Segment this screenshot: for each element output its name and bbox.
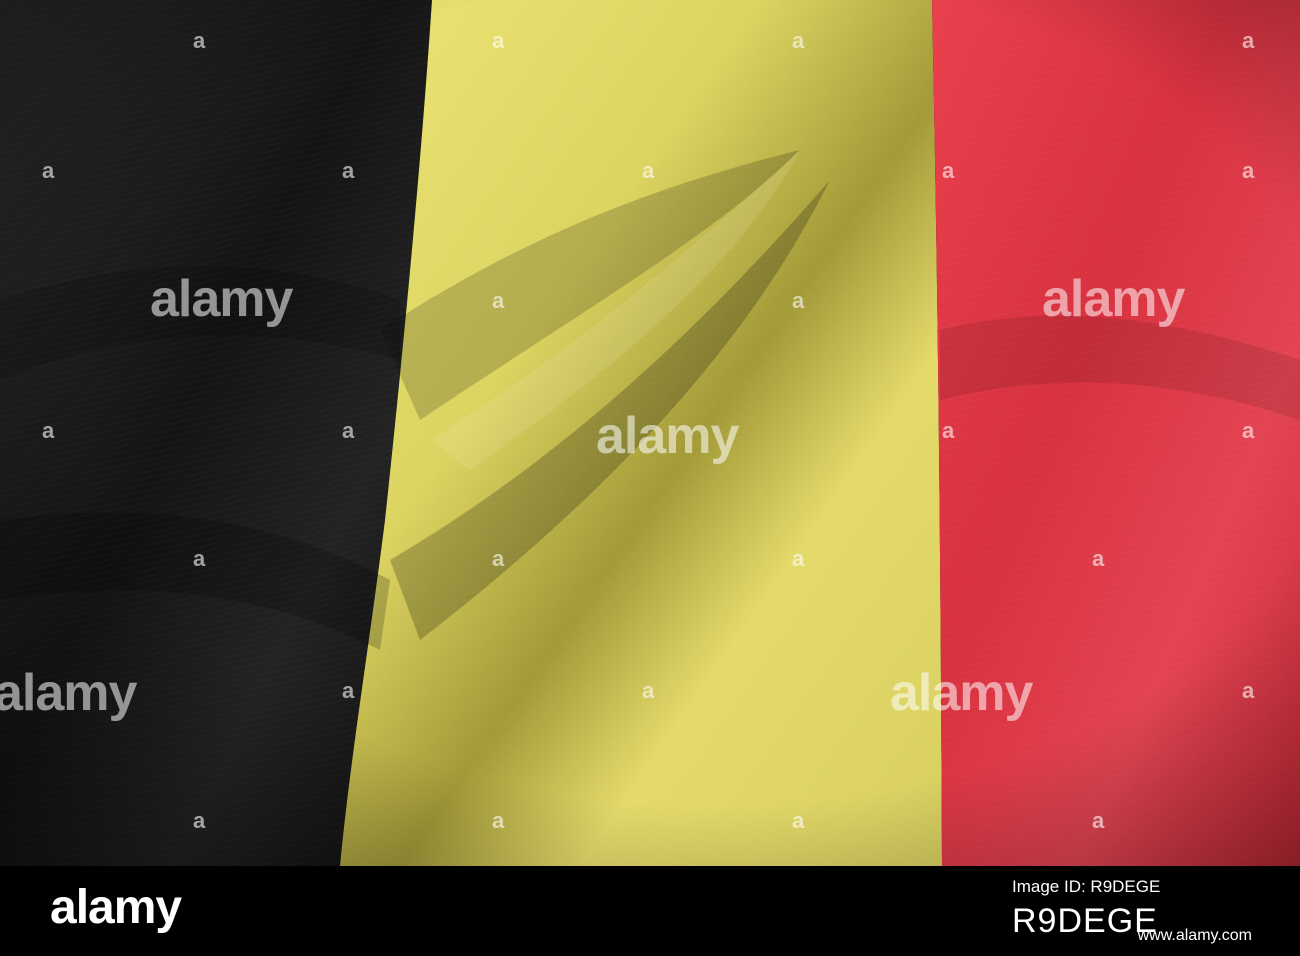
watermark-glyph: a [792,546,805,571]
watermark-glyph: a [942,418,955,443]
watermark-glyph: a [642,678,655,703]
watermark-glyph: a [942,158,955,183]
watermark-glyph: a [1092,808,1105,833]
stock-footer-bar: alamy Image ID: R9DEGE R9DEGE www.alamy.… [0,866,1300,956]
image-id-label: Image ID: R9DEGE [1012,877,1161,896]
belgian-flag-photo: alamy alamy alamy alamy alamy a a a a a … [0,0,1300,866]
watermark-glyph: a [1242,28,1255,53]
watermark-glyph: a [193,546,206,571]
watermark-word: alamy [0,664,138,722]
watermark-glyph: a [642,158,655,183]
footer-logo: alamy [50,881,182,934]
watermark-glyph: a [792,808,805,833]
watermark-glyph: a [792,288,805,313]
watermark-word: alamy [1042,270,1186,328]
watermark-glyph: a [42,158,55,183]
watermark-word: alamy [150,270,294,328]
footer-url[interactable]: www.alamy.com [1138,928,1252,944]
watermark-glyph: a [492,808,505,833]
watermark-word: alamy [890,664,1034,722]
watermark-glyph: a [792,28,805,53]
watermark-word: alamy [596,407,740,465]
watermark-glyph: a [492,288,505,313]
watermark-glyph: a [1242,158,1255,183]
watermark-glyph: a [193,808,206,833]
watermark-glyph: a [42,418,55,443]
watermark-glyph: a [1242,678,1255,703]
watermark-glyph: a [342,678,355,703]
image-id: R9DEGE [1012,902,1158,940]
watermark-glyph: a [1092,546,1105,571]
watermark-glyph: a [492,546,505,571]
photo-stage: alamy alamy alamy alamy alamy a a a a a … [0,0,1300,956]
watermark-glyph: a [342,418,355,443]
watermark-glyph: a [342,158,355,183]
watermark-glyph: a [492,28,505,53]
watermark-glyph: a [193,28,206,53]
watermark-glyph: a [1242,418,1255,443]
